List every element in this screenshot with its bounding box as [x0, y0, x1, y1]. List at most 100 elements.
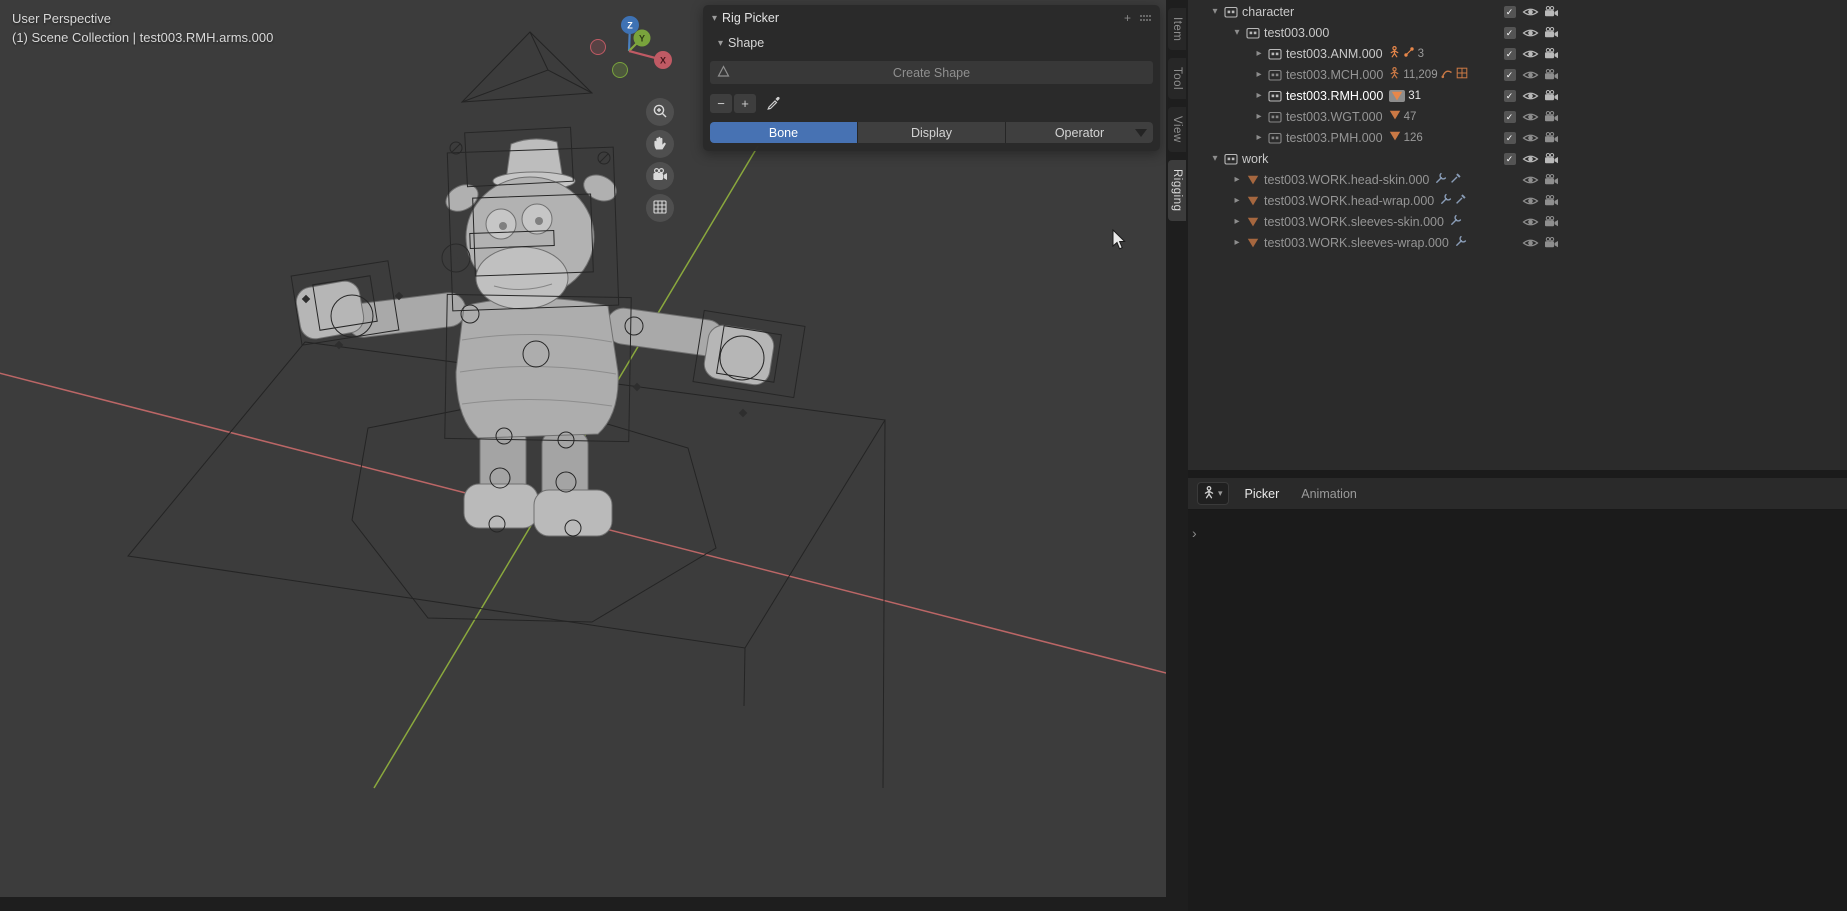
outliner-row[interactable]: ▾work✓: [1188, 148, 1568, 169]
camera-toggle[interactable]: [1543, 67, 1560, 83]
outliner-row[interactable]: ▸test003.RMH.00031✓: [1188, 85, 1568, 106]
outliner-row[interactable]: ▸test003.ANM.0003✓: [1188, 43, 1568, 64]
sidebar-tab-rigging[interactable]: Rigging: [1168, 160, 1186, 221]
camera-toggle[interactable]: [1543, 172, 1560, 188]
remove-shape-button[interactable]: −: [710, 94, 732, 113]
camera-toggle[interactable]: [1543, 109, 1560, 125]
checkbox-toggle[interactable]: ✓: [1501, 109, 1518, 125]
checkbox-check-icon: ✓: [1504, 48, 1516, 60]
eye-toggle[interactable]: [1522, 4, 1539, 20]
camera-toggle[interactable]: [1543, 25, 1560, 41]
chevron-right-icon[interactable]: ▸: [1252, 132, 1266, 143]
outliner-row[interactable]: ▾character✓: [1188, 1, 1568, 22]
editor-type-dropdown[interactable]: ▾: [1197, 482, 1229, 505]
chevron-right-icon[interactable]: ▸: [1252, 90, 1266, 101]
outliner-row[interactable]: ▸ test003.WORK.head-skin.000: [1188, 169, 1568, 190]
wrench-icon: [1435, 172, 1447, 187]
camera-toggle[interactable]: [1543, 4, 1560, 20]
outliner-item-label: test003.WORK.head-skin.000: [1264, 173, 1429, 187]
outliner-item-label: test003.WORK.sleeves-wrap.000: [1264, 236, 1449, 250]
camera-toggle[interactable]: [1543, 214, 1560, 230]
segment-display-button[interactable]: Display: [858, 122, 1005, 143]
checkbox-toggle[interactable]: ✓: [1501, 88, 1518, 104]
checkbox-toggle[interactable]: ✓: [1501, 4, 1518, 20]
chevron-right-icon[interactable]: ▸: [1252, 111, 1266, 122]
chevron-right-icon[interactable]: ▸: [1252, 69, 1266, 80]
eye-toggle[interactable]: [1522, 193, 1539, 209]
add-icon[interactable]: +: [1124, 11, 1131, 25]
segment-operator-button[interactable]: Operator: [1006, 122, 1153, 143]
mesh-icon: [1244, 238, 1262, 248]
camera-view-tool-button[interactable]: [646, 162, 674, 190]
checkbox-toggle[interactable]: ✓: [1501, 25, 1518, 41]
grid-sphere-icon: [652, 199, 668, 218]
camera-toggle[interactable]: [1543, 235, 1560, 251]
sidebar-tab-item[interactable]: Item: [1168, 8, 1186, 50]
gizmo-x-neg-axis[interactable]: [591, 40, 606, 55]
chevron-right-icon[interactable]: ▸: [1230, 195, 1244, 206]
outliner-row[interactable]: ▸test003.MCH.00011,209✓: [1188, 64, 1568, 85]
eye-toggle[interactable]: [1522, 214, 1539, 230]
eye-toggle[interactable]: [1522, 151, 1539, 167]
tab-animation[interactable]: Animation: [1301, 487, 1357, 501]
outliner-row[interactable]: ▸ test003.WORK.sleeves-wrap.000: [1188, 232, 1568, 253]
armature-icon: [1389, 46, 1400, 61]
sidebar-tab-view[interactable]: View: [1168, 107, 1186, 152]
dropdown-caret-icon[interactable]: [1135, 129, 1147, 137]
camera-toggle[interactable]: [1543, 46, 1560, 62]
character-model[interactable]: [294, 139, 776, 536]
eye-toggle[interactable]: [1522, 46, 1539, 62]
add-shape-button[interactable]: +: [734, 94, 756, 113]
checkbox-toggle[interactable]: ✓: [1501, 46, 1518, 62]
eye-toggle[interactable]: [1522, 172, 1539, 188]
eye-toggle[interactable]: [1522, 130, 1539, 146]
chevron-down-icon[interactable]: ▾: [1208, 6, 1222, 17]
checkbox-toggle[interactable]: ✓: [1501, 67, 1518, 83]
chevron-down-icon[interactable]: ▾: [1208, 153, 1222, 164]
outliner-row[interactable]: ▸test003.WORK.sleeves-skin.000: [1188, 211, 1568, 232]
tab-picker[interactable]: Picker: [1245, 487, 1280, 501]
chevron-right-icon[interactable]: ▸: [1252, 48, 1266, 59]
gizmo-y-neg-axis[interactable]: [613, 63, 628, 78]
segment-bone-button[interactable]: Bone: [710, 122, 857, 143]
chevron-down-icon[interactable]: ▾: [1230, 27, 1244, 38]
mesh-icon: [1389, 110, 1401, 123]
segment-label: Bone: [769, 126, 798, 140]
collection-icon: [1244, 27, 1262, 39]
drag-dots-icon[interactable]: [1139, 11, 1151, 25]
camera-toggle[interactable]: [1543, 88, 1560, 104]
eye-toggle[interactable]: [1522, 88, 1539, 104]
eye-toggle[interactable]: [1522, 235, 1539, 251]
viewport-3d[interactable]: R User Perspective (1) Scene Collection …: [0, 0, 1166, 897]
chevron-right-icon[interactable]: ▸: [1230, 216, 1244, 227]
sidebar-tab-tool[interactable]: Tool: [1168, 58, 1186, 99]
r-control[interactable]: R: [442, 244, 470, 272]
camera-toggle[interactable]: [1543, 130, 1560, 146]
eye-toggle[interactable]: [1522, 25, 1539, 41]
chevron-right-icon[interactable]: ▸: [1230, 174, 1244, 185]
checkbox-toggle[interactable]: ✓: [1501, 151, 1518, 167]
outliner-row[interactable]: ▾test003.000✓: [1188, 22, 1568, 43]
outliner-row[interactable]: ▸test003.WGT.00047✓: [1188, 106, 1568, 127]
picker-editor-panel: ▾ Picker Animation ›: [1188, 478, 1847, 911]
outliner-row[interactable]: ▸test003.WORK.head-wrap.000: [1188, 190, 1568, 211]
eyedropper-icon[interactable]: [763, 94, 785, 113]
outliner-row[interactable]: ▸test003.PMH.000126✓: [1188, 127, 1568, 148]
chevron-right-icon[interactable]: ▸: [1230, 237, 1244, 248]
picker-mode-segments: Bone DisplayOperator: [710, 122, 1153, 143]
checkbox-toggle[interactable]: ✓: [1501, 130, 1518, 146]
create-shape-button[interactable]: Create Shape: [710, 61, 1153, 84]
pan-tool-button[interactable]: [646, 130, 674, 158]
expand-chevron-icon[interactable]: ›: [1192, 525, 1197, 541]
zoom-tool-button[interactable]: [646, 98, 674, 126]
outliner-item-label: test003.PMH.000: [1286, 131, 1383, 145]
camera-toggle[interactable]: [1543, 193, 1560, 209]
rig-picker-header[interactable]: ▾ Rig Picker +: [703, 5, 1160, 31]
eye-toggle[interactable]: [1522, 109, 1539, 125]
toggle-grid-view-tool-button[interactable]: [646, 194, 674, 222]
shape-section-header[interactable]: ▾ Shape: [703, 31, 1160, 55]
item-count: 47: [1404, 111, 1417, 123]
camera-toggle[interactable]: [1543, 151, 1560, 167]
navigation-gizmo[interactable]: Z Y X: [585, 12, 677, 94]
eye-toggle[interactable]: [1522, 67, 1539, 83]
